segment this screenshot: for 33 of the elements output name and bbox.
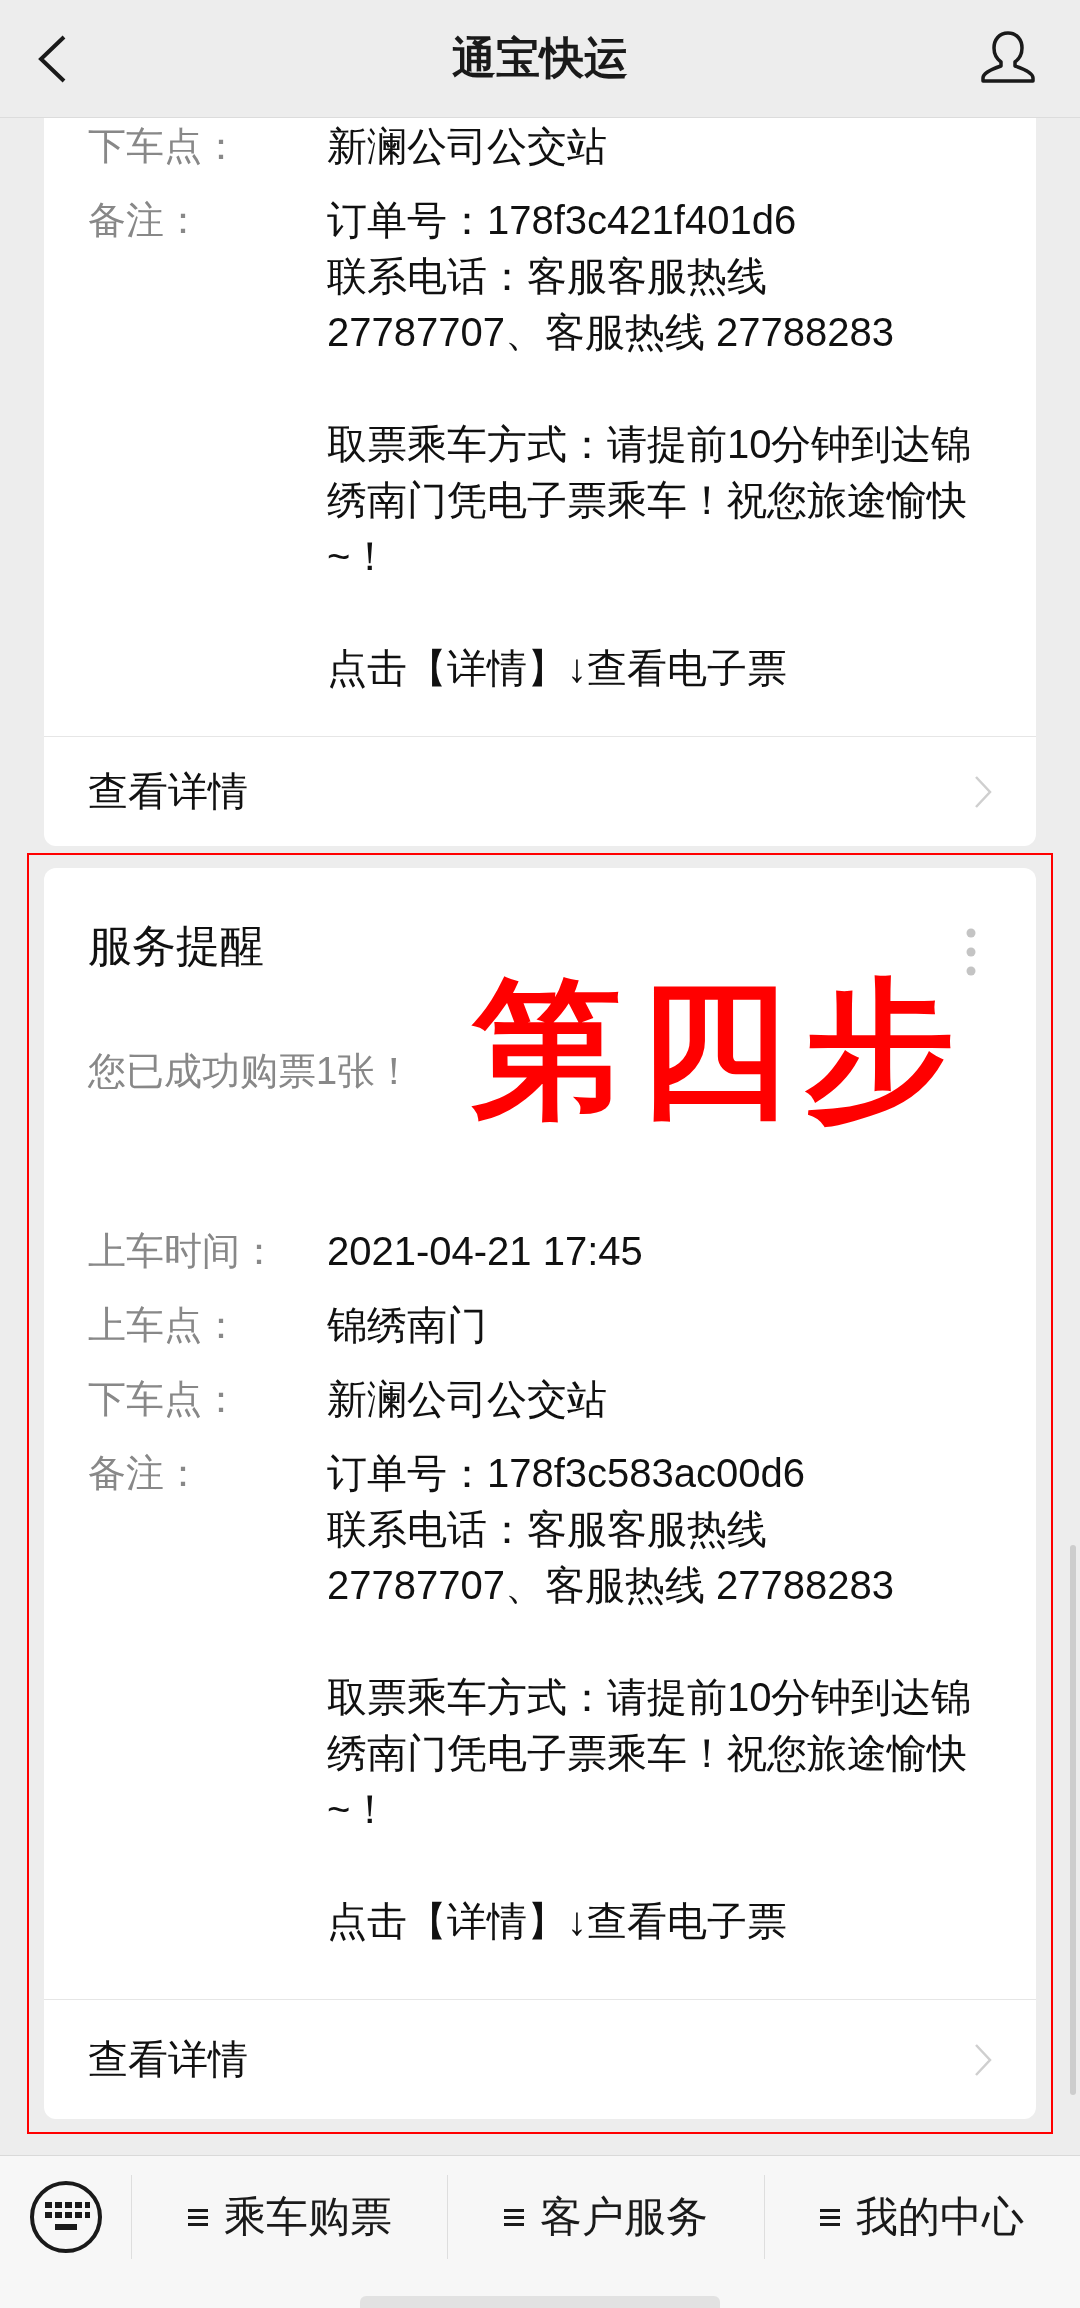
field-value: 取票乘车方式：请提前10分钟到达锦 绣南门凭电子票乘车！祝您旅途愉快 ~！ — [327, 1674, 972, 1833]
person-icon[interactable] — [980, 30, 1036, 84]
field-label: 上车时间： — [88, 1229, 279, 1274]
card-title: 服务提醒 — [88, 920, 264, 972]
field-label: 上车点： — [88, 1303, 241, 1348]
field-label: 备注： — [88, 1451, 203, 1496]
menu-item[interactable]: 乘车购票 — [131, 2175, 448, 2259]
menu-item[interactable]: 我的中心 — [763, 2175, 1080, 2259]
field-label: 下车点： — [88, 1377, 241, 1422]
field-label: 备注： — [88, 198, 203, 243]
chevron-icon — [974, 2042, 992, 2077]
field-value: 订单号：178f3c421f401d6 联系电话：客服客服热线 27787707、客服热线 27788283 — [327, 197, 896, 356]
view-details-link[interactable]: 查看详情 — [44, 736, 1036, 846]
view-details-link[interactable]: 查看详情 — [44, 1999, 1036, 2119]
keyboard-icon[interactable] — [28, 2180, 103, 2254]
field-value: 点击【详情】↓查看电子票 — [327, 645, 788, 692]
chevron-icon — [974, 774, 992, 809]
field-value: 锦绣南门 — [327, 1302, 487, 1349]
page-title: 通宝快运 — [452, 32, 628, 84]
field-value: 点击【详情】↓查看电子票 — [327, 1898, 788, 1945]
back-icon[interactable] — [36, 34, 68, 84]
menu-icon — [820, 2207, 841, 2227]
step-annotation: 第四步 — [472, 964, 970, 1134]
field-value: 新澜公司公交站 — [327, 123, 607, 170]
menu-icon — [504, 2207, 524, 2227]
menu-item[interactable]: 客户服务 — [447, 2175, 764, 2259]
card-subtitle: 您已成功购票1张！ — [88, 1049, 414, 1094]
field-value: 取票乘车方式：请提前10分钟到达锦 绣南门凭电子票乘车！祝您旅途愉快 ~！ — [327, 421, 972, 580]
menu-icon — [187, 2207, 208, 2227]
field-value: 订单号：178f3c583ac00d6 联系电话：客服客服热线 27787707、客服热线 27788283 — [327, 1450, 896, 1609]
field-value: 新澜公司公交站 — [327, 1376, 607, 1423]
field-label: 下车点： — [88, 124, 241, 169]
field-value: 2021-04-21 17:45 — [327, 1228, 643, 1275]
